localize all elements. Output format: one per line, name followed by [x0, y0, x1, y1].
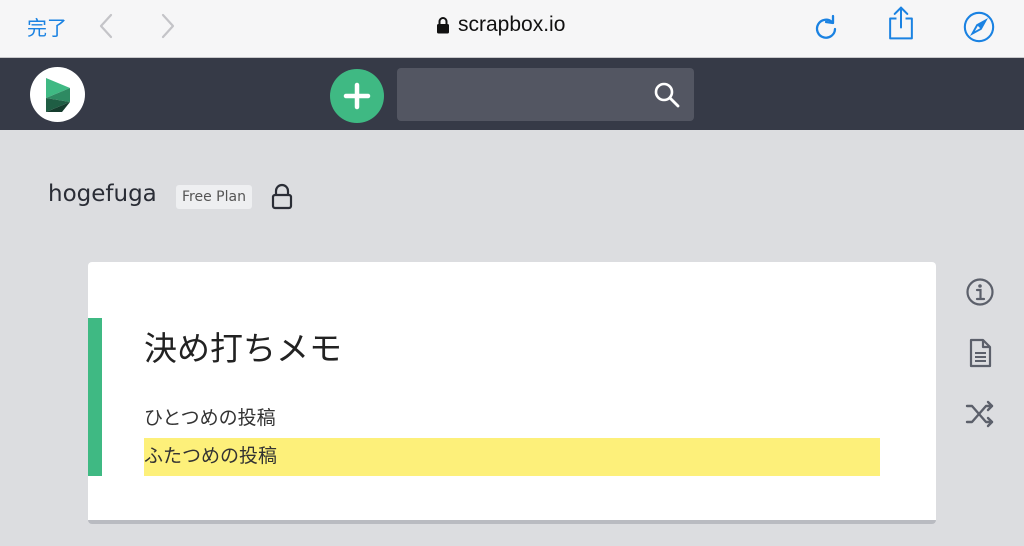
- page-card-line-highlighted: ふたつめの投稿: [144, 438, 880, 476]
- shuffle-icon[interactable]: [964, 398, 996, 430]
- app-header: [0, 58, 1024, 130]
- search-icon[interactable]: [653, 81, 681, 109]
- scrapbox-logo-icon: [45, 77, 70, 112]
- back-arrow-icon[interactable]: [96, 12, 116, 40]
- share-icon[interactable]: [884, 4, 918, 42]
- search-box[interactable]: [397, 68, 694, 121]
- document-icon[interactable]: [964, 337, 996, 369]
- page-card-accent: [88, 318, 102, 476]
- page-card[interactable]: [88, 262, 936, 524]
- secure-lock-icon: [437, 17, 449, 34]
- plus-icon: [343, 82, 371, 110]
- compass-icon[interactable]: [962, 8, 996, 46]
- address-text: scrapbox.io: [458, 13, 566, 36]
- reload-icon[interactable]: [810, 10, 844, 48]
- done-button[interactable]: 完了: [27, 12, 67, 41]
- new-page-button[interactable]: [330, 69, 384, 123]
- browser-toolbar: 完了 scrapbox.io: [0, 0, 1024, 58]
- scrapbox-logo[interactable]: [30, 67, 85, 122]
- project-name[interactable]: hogefuga: [48, 181, 157, 207]
- search-input[interactable]: [407, 76, 637, 112]
- address-bar[interactable]: scrapbox.io: [436, 10, 565, 40]
- lock-icon: [271, 183, 293, 210]
- forward-arrow-icon[interactable]: [158, 12, 178, 40]
- plan-badge: Free Plan: [176, 185, 252, 209]
- info-icon[interactable]: [964, 276, 996, 308]
- page-card-line: ひとつめの投稿: [144, 407, 276, 429]
- page-card-title: 決め打ちメモ: [144, 329, 342, 368]
